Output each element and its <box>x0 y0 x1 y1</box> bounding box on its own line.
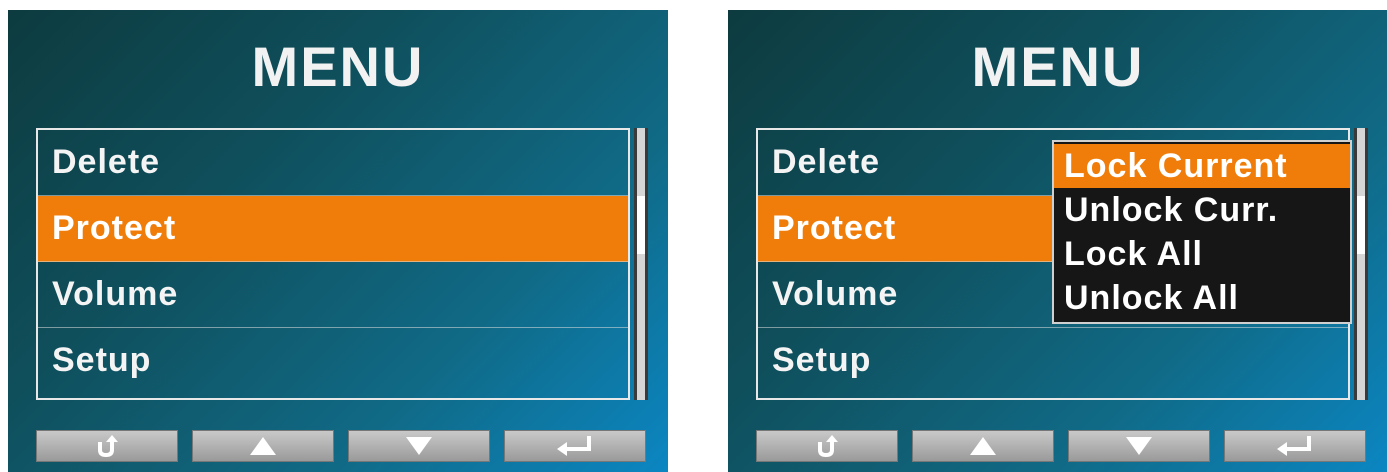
submenu-item-lock-current[interactable]: Lock Current <box>1054 144 1350 188</box>
menu-item-delete[interactable]: Delete <box>38 130 628 196</box>
scrollbar-thumb[interactable] <box>637 196 645 254</box>
back-button[interactable] <box>756 430 898 462</box>
scrollbar-thumb[interactable] <box>1357 196 1365 254</box>
button-bar <box>36 430 648 462</box>
up-arrow-icon <box>250 437 276 455</box>
menu-screen-right: MENU Delete Protect Volume Setup Lock Cu… <box>728 10 1387 472</box>
protect-submenu: Lock Current Unlock Curr. Lock All Unloc… <box>1052 140 1352 324</box>
menu-item-protect[interactable]: Protect <box>38 196 628 262</box>
up-arrow-icon <box>970 437 996 455</box>
back-button[interactable] <box>36 430 178 462</box>
down-button[interactable] <box>348 430 490 462</box>
menu-screen-left: MENU Delete Protect Volume Setup <box>8 10 668 472</box>
menu-list: Delete Protect Volume Setup <box>36 128 630 400</box>
back-icon <box>818 435 838 458</box>
submenu-item-unlock-all[interactable]: Unlock All <box>1054 276 1350 320</box>
up-button[interactable] <box>192 430 334 462</box>
submenu-item-unlock-current[interactable]: Unlock Curr. <box>1054 188 1350 232</box>
down-arrow-icon <box>1126 437 1152 455</box>
button-bar <box>756 430 1368 462</box>
down-arrow-icon <box>406 437 432 455</box>
menu-item-volume[interactable]: Volume <box>38 262 628 328</box>
menu-item-setup[interactable]: Setup <box>38 328 628 394</box>
back-icon <box>98 435 118 458</box>
down-button[interactable] <box>1068 430 1210 462</box>
up-button[interactable] <box>912 430 1054 462</box>
page-title: MENU <box>251 35 425 98</box>
enter-button[interactable] <box>1224 430 1366 462</box>
enter-icon <box>1277 436 1311 456</box>
enter-icon <box>557 436 591 456</box>
menu-item-setup[interactable]: Setup <box>758 328 1348 394</box>
scrollbar[interactable] <box>634 128 648 400</box>
scrollbar[interactable] <box>1354 128 1368 400</box>
submenu-item-lock-all[interactable]: Lock All <box>1054 232 1350 276</box>
page-title: MENU <box>971 35 1145 98</box>
enter-button[interactable] <box>504 430 646 462</box>
